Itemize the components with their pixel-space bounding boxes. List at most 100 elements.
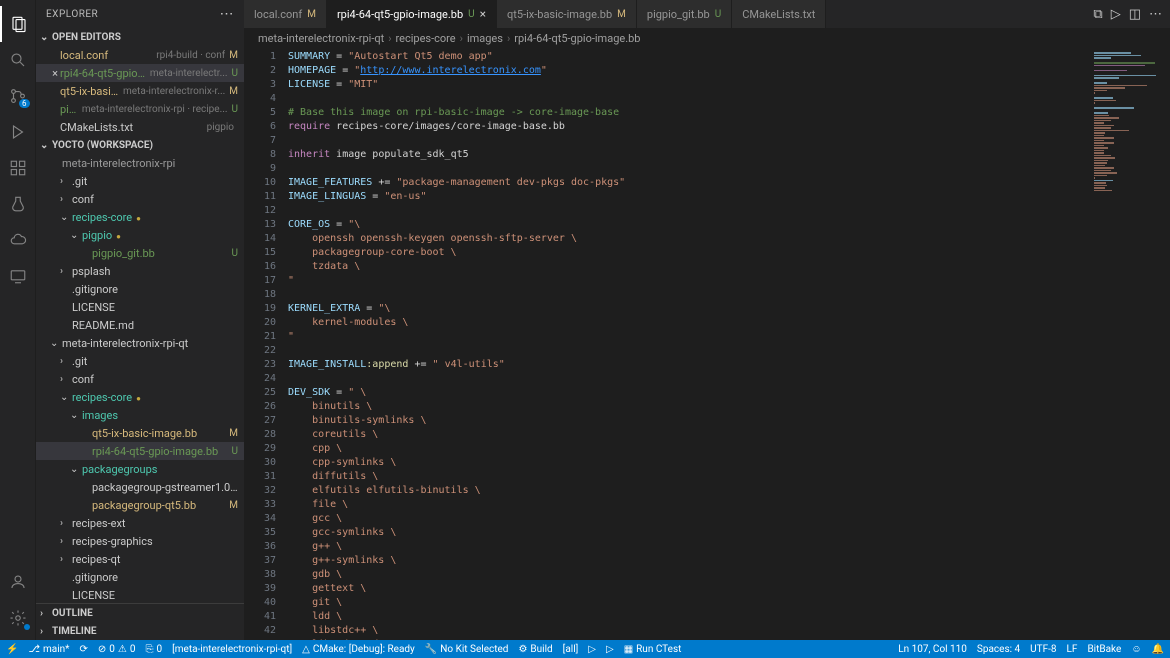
tree-item[interactable]: ›.git bbox=[36, 172, 244, 190]
source-control-icon[interactable]: 6 bbox=[0, 78, 36, 114]
breadcrumb-segment[interactable]: images bbox=[467, 32, 503, 45]
sb-branch[interactable]: ⎇ main* bbox=[28, 644, 69, 655]
explorer-icon[interactable] bbox=[0, 6, 36, 42]
tree-item[interactable]: .gitignore bbox=[36, 280, 244, 298]
minimap[interactable] bbox=[1090, 48, 1170, 640]
tree-item[interactable]: ›recipes-graphics bbox=[36, 532, 244, 550]
tree-label: recipes-qt bbox=[72, 553, 238, 566]
tree-item[interactable]: ⌄pigpio bbox=[36, 226, 244, 244]
tree-label: qt5-ix-basic-image.bb bbox=[92, 427, 225, 440]
tree-label: recipes-ext bbox=[72, 517, 238, 530]
tree-item[interactable]: pigpio_git.bbU bbox=[36, 244, 244, 262]
tree-item[interactable]: rpi4-64-qt5-gpio-image.bbU bbox=[36, 442, 244, 460]
open-editor-item[interactable]: local.confrpi4-build · confM bbox=[36, 46, 244, 64]
tree-item[interactable]: ⌄images bbox=[36, 406, 244, 424]
tab[interactable]: local.confM bbox=[244, 0, 327, 28]
sb-context[interactable]: [meta-interelectronix-rpi-qt] bbox=[172, 644, 292, 655]
tab[interactable]: CMakeLists.txt bbox=[732, 0, 826, 28]
code-content[interactable]: SUMMARY = "Autostart Qt5 demo app"HOMEPA… bbox=[288, 48, 1090, 640]
sb-run-ctest[interactable]: ▦ Run CTest bbox=[624, 644, 682, 655]
sb-remote[interactable]: ⚡ bbox=[6, 644, 18, 655]
open-editor-badge: M bbox=[225, 50, 238, 61]
tree-item[interactable]: LICENSE bbox=[36, 586, 244, 603]
breadcrumb-segment[interactable]: rpi4-64-qt5-gpio-image.bb bbox=[514, 32, 640, 45]
breadcrumb-segment[interactable]: recipes-core bbox=[396, 32, 456, 45]
settings-badge bbox=[24, 624, 30, 630]
open-editor-item[interactable]: qt5-ix-basic-image.bb meta-interelectroni… bbox=[36, 82, 244, 100]
tree-badge: U bbox=[228, 248, 238, 259]
sb-lang[interactable]: BitBake bbox=[1087, 644, 1121, 655]
close-icon[interactable]: × bbox=[50, 67, 60, 80]
tree-item[interactable]: ⌄packagegroups bbox=[36, 460, 244, 478]
sb-debug-launch[interactable]: ▷ bbox=[588, 644, 596, 655]
open-editor-item[interactable]: CMakeLists.txtpigpio bbox=[36, 118, 244, 136]
extensions-icon[interactable] bbox=[0, 150, 36, 186]
tree-item[interactable]: ›recipes-ext bbox=[36, 514, 244, 532]
more-icon[interactable]: ⋯ bbox=[1149, 7, 1162, 22]
cloud-icon[interactable] bbox=[0, 222, 36, 258]
sb-kit[interactable]: 🔧 No Kit Selected bbox=[425, 644, 509, 655]
tree-label: conf bbox=[72, 193, 238, 206]
compare-icon[interactable]: ⧉ bbox=[1093, 7, 1102, 22]
tree-item[interactable]: README.md bbox=[36, 316, 244, 334]
tree-item[interactable]: ⌄recipes-core bbox=[36, 388, 244, 406]
tree-item[interactable]: meta-interelectronix-rpi bbox=[36, 154, 244, 172]
section-open-editors[interactable]: ⌄OPEN EDITORS bbox=[36, 28, 244, 46]
tree-item[interactable]: qt5-ix-basic-image.bbM bbox=[36, 424, 244, 442]
open-editor-badge: M bbox=[225, 86, 238, 97]
tree-item[interactable]: ›.git bbox=[36, 352, 244, 370]
testing-icon[interactable] bbox=[0, 186, 36, 222]
sb-spaces[interactable]: Spaces: 4 bbox=[977, 644, 1020, 655]
sb-launch[interactable]: ▷ bbox=[606, 644, 614, 655]
settings-gear-icon[interactable] bbox=[0, 600, 36, 636]
sb-sync[interactable]: ⟳ bbox=[79, 644, 87, 655]
sb-eol[interactable]: LF bbox=[1067, 644, 1078, 655]
tree-item[interactable]: ⌄meta-interelectronix-rpi-qt bbox=[36, 334, 244, 352]
split-icon[interactable]: ◫ bbox=[1129, 7, 1141, 22]
run-debug-icon[interactable] bbox=[0, 114, 36, 150]
open-editor-item[interactable]: ×rpi4-64-qt5-gpio-image.bbmeta-interelec… bbox=[36, 64, 244, 82]
tree-item[interactable]: ›conf bbox=[36, 370, 244, 388]
tab[interactable]: rpi4-64-qt5-gpio-image.bbU× bbox=[327, 0, 497, 28]
remote-icon[interactable] bbox=[0, 258, 36, 294]
tab-label: local.conf bbox=[254, 8, 302, 21]
tree-item[interactable]: ›conf bbox=[36, 190, 244, 208]
sb-problems[interactable]: ⊘ 0 ⚠ 0 bbox=[98, 644, 136, 655]
section-workspace[interactable]: ⌄YOCTO (WORKSPACE) bbox=[36, 136, 244, 154]
tab[interactable]: pigpio_git.bbU bbox=[637, 0, 732, 28]
sidebar-more-icon[interactable]: ⋯ bbox=[220, 6, 235, 22]
search-icon[interactable] bbox=[0, 42, 36, 78]
chevron-icon: › bbox=[60, 356, 72, 367]
run-icon[interactable]: ▷ bbox=[1111, 7, 1121, 22]
breadcrumbs[interactable]: meta-interelectronix-rpi-qt›recipes-core… bbox=[244, 28, 1170, 48]
breadcrumb-segment[interactable]: meta-interelectronix-rpi-qt bbox=[258, 32, 384, 45]
sb-feedback-icon[interactable]: ☺ bbox=[1131, 644, 1141, 655]
open-editor-label: qt5-ix-basic-image.bb bbox=[60, 85, 119, 98]
open-editor-label: rpi4-64-qt5-gpio-image.bb bbox=[60, 67, 146, 80]
tree-item[interactable]: ›psplash bbox=[36, 262, 244, 280]
sb-encoding[interactable]: UTF-8 bbox=[1030, 644, 1056, 655]
open-editor-hint: meta-interelectronix-r... bbox=[123, 86, 225, 97]
sb-position[interactable]: Ln 107, Col 110 bbox=[898, 644, 967, 655]
section-timeline[interactable]: ›TIMELINE bbox=[36, 622, 244, 640]
sb-cmake[interactable]: △ CMake: [Debug]: Ready bbox=[302, 644, 415, 655]
sb-target[interactable]: [all] bbox=[563, 644, 579, 655]
sb-bell-icon[interactable]: 🔔 bbox=[1152, 644, 1164, 655]
open-editor-hint: meta-interelectronix-rpi · recipe... bbox=[82, 104, 228, 115]
tab-status: U bbox=[715, 9, 721, 20]
chevron-icon: ⌄ bbox=[60, 392, 72, 403]
accounts-icon[interactable] bbox=[0, 564, 36, 600]
tree-item[interactable]: ›recipes-qt bbox=[36, 550, 244, 568]
section-outline[interactable]: ›OUTLINE bbox=[36, 604, 244, 622]
close-icon[interactable]: × bbox=[480, 7, 486, 21]
tree-item[interactable]: LICENSE bbox=[36, 298, 244, 316]
tab[interactable]: qt5-ix-basic-image.bbM bbox=[497, 0, 637, 28]
sb-ports[interactable]: ⎘ 0 bbox=[145, 644, 162, 655]
sb-build[interactable]: ⚙ Build bbox=[518, 644, 552, 655]
tree-item[interactable]: .gitignore bbox=[36, 568, 244, 586]
tree-item[interactable]: packagegroup-gstreamer1.0.bb bbox=[36, 478, 244, 496]
tree-item[interactable]: ⌄recipes-core bbox=[36, 208, 244, 226]
tree-label: pigpio bbox=[82, 229, 238, 242]
open-editor-item[interactable]: pigpio_git.bbmeta-interelectronix-rpi · … bbox=[36, 100, 244, 118]
tree-item[interactable]: packagegroup-qt5.bbM bbox=[36, 496, 244, 514]
